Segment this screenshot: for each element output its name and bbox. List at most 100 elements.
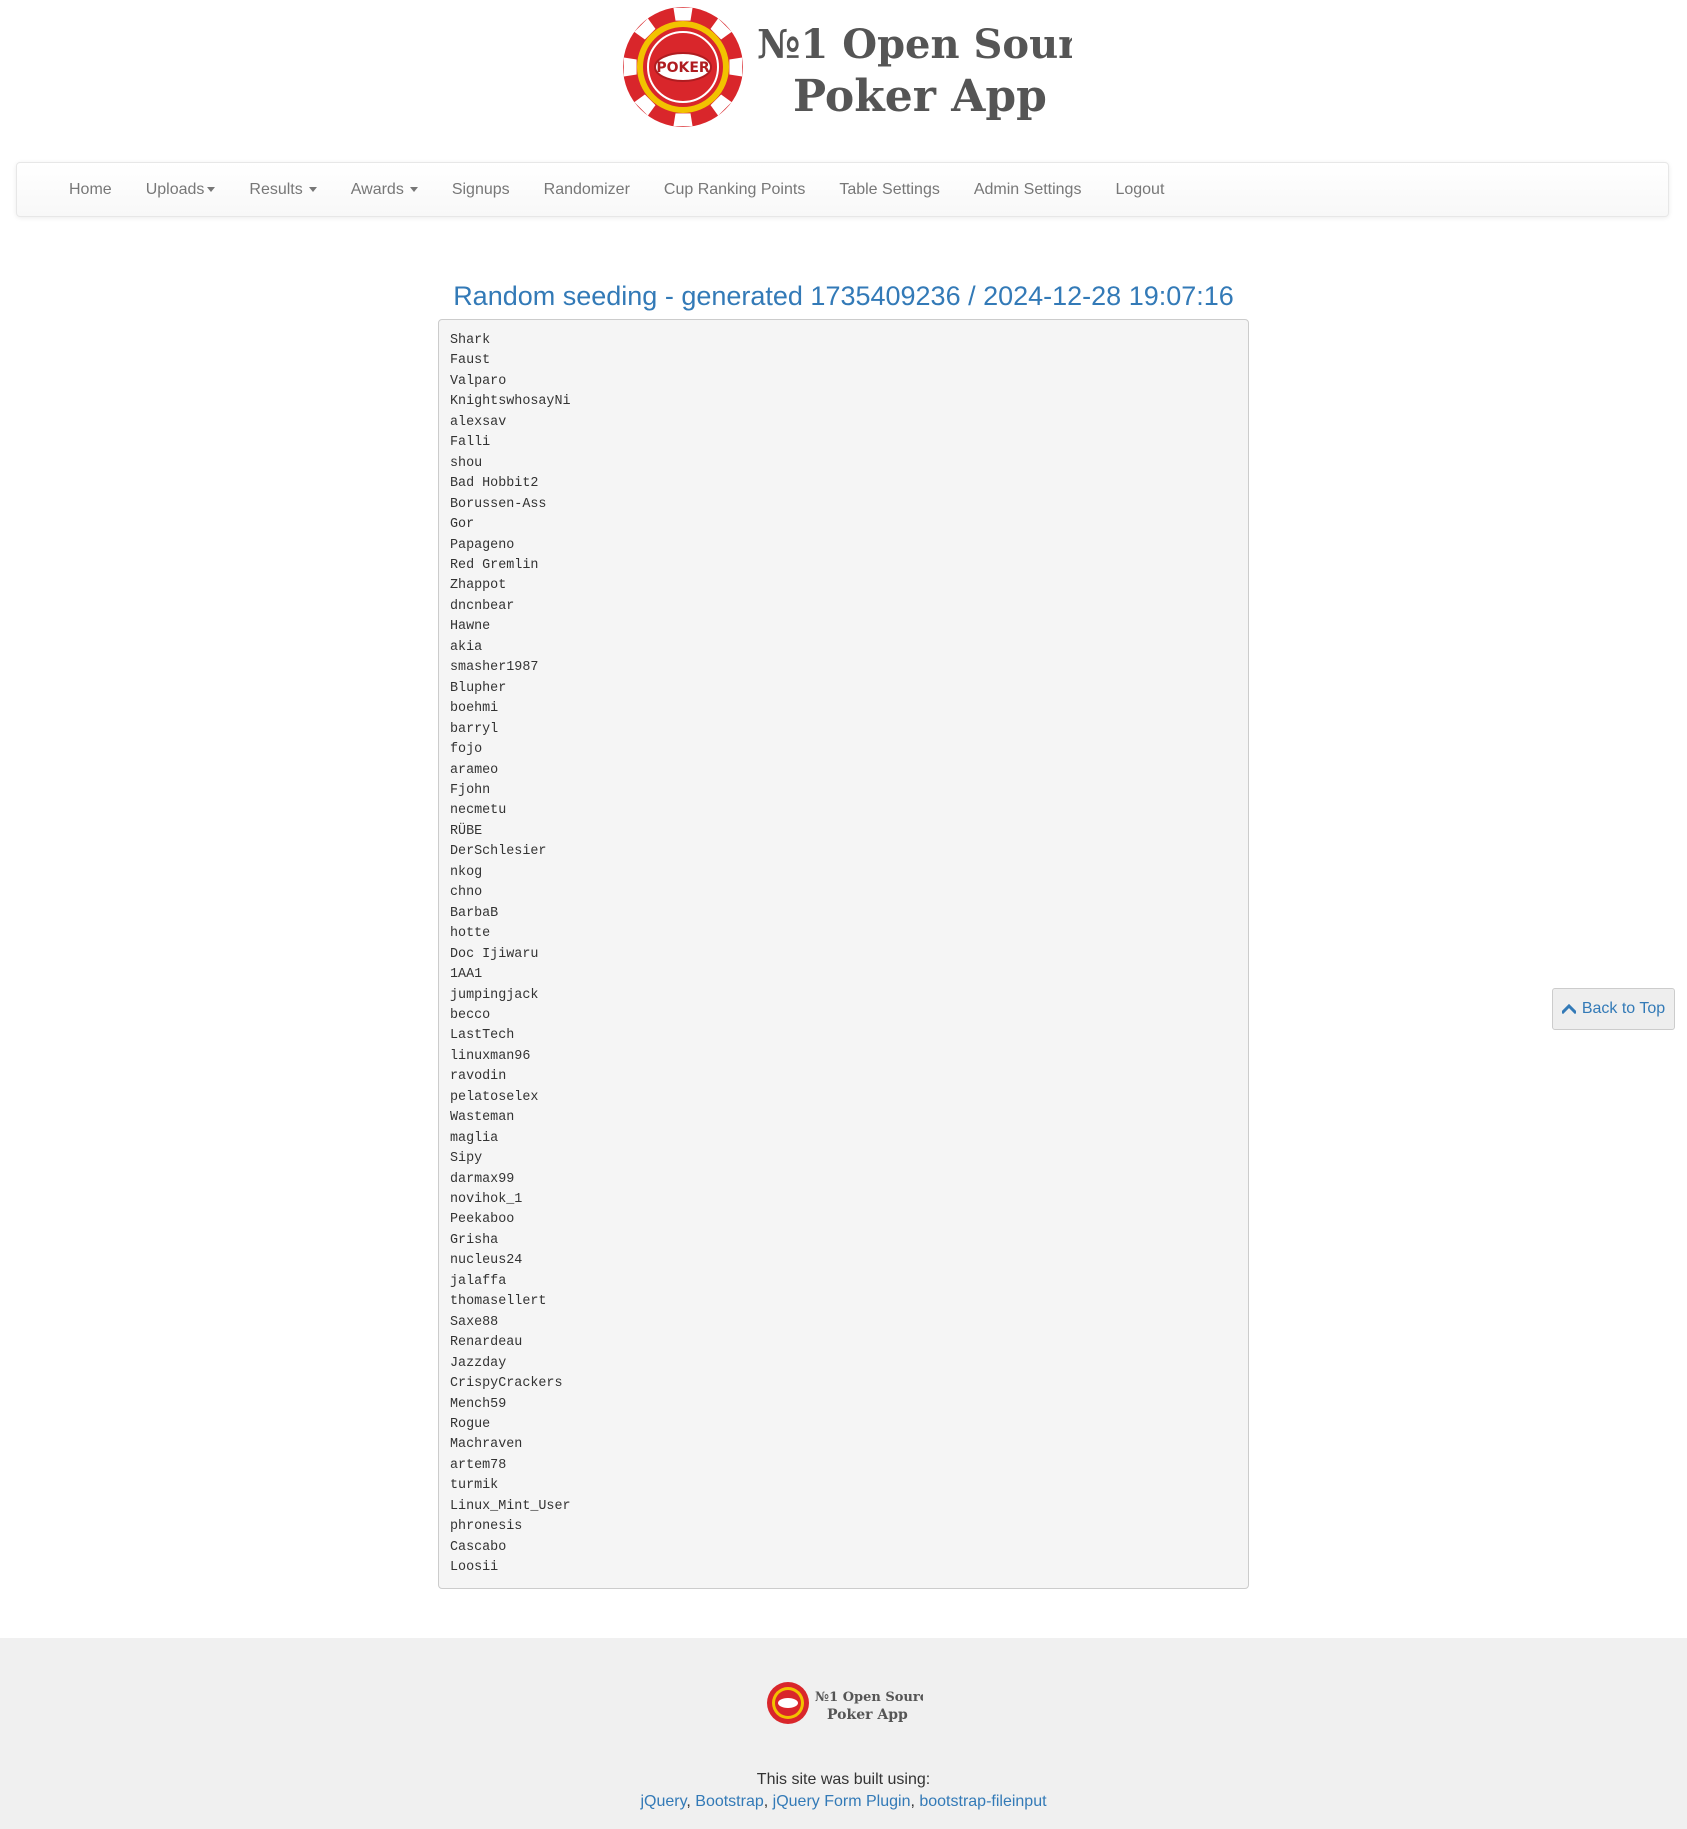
player-entry: jalaffa: [450, 1273, 507, 1289]
nav-item-results[interactable]: Results: [232, 163, 333, 216]
main-navbar: Home Uploads Results Awards Signups Randomize…: [16, 162, 1669, 217]
nav-item-label: Admin Settings: [973, 181, 1082, 198]
player-entry: boehmi: [450, 701, 499, 717]
nav-item-label: Awards: [350, 181, 404, 198]
nav-item-label: Home: [69, 181, 112, 198]
player-entry: linuxman96: [450, 1048, 531, 1064]
player-entry: Linux_Mint_User: [450, 1498, 571, 1514]
player-entry: phronesis: [450, 1519, 523, 1535]
player-entry: becco: [450, 1007, 491, 1023]
player-entry: novihok_1: [450, 1192, 523, 1208]
player-entry: Faust: [450, 353, 491, 369]
nav-item-label: Uploads: [145, 181, 205, 198]
player-entry: Doc Ijiwaru: [450, 946, 539, 962]
player-entry: akia: [450, 639, 483, 655]
player-entry: pelatoselex: [450, 1089, 539, 1105]
player-entry: Falli: [450, 435, 491, 451]
player-entry: Bad Hobbit2: [450, 476, 539, 492]
footer-links: jQuery, Bootstrap, jQuery Form Plugin, b…: [0, 1791, 1687, 1813]
player-entry: arameo: [450, 762, 499, 778]
player-entry: Borussen-Ass: [450, 496, 547, 512]
player-entry: Grisha: [450, 1232, 499, 1248]
player-entry: nkog: [450, 864, 483, 880]
nav-item-logout[interactable]: Logout: [1098, 163, 1181, 216]
player-entry: maglia: [450, 1130, 499, 1146]
footer-built-with: This site was built using:: [756, 1771, 931, 1788]
footer-link-jquery[interactable]: jQuery: [640, 1793, 686, 1810]
page-title: Random seeding - generated 1735409236 / …: [453, 281, 1234, 311]
svg-text:№1 Open Source: №1 Open Source: [815, 1690, 923, 1705]
nav-item-label: Table Settings: [839, 181, 940, 198]
caret-down-icon: [409, 187, 418, 193]
player-entry: nucleus24: [450, 1253, 523, 1269]
player-entry: necmetu: [450, 803, 507, 819]
nav-item-label: Logout: [1115, 181, 1165, 198]
footer-logo: №1 Open Source Poker App: [767, 1682, 923, 1724]
nav-item-label: Randomizer: [543, 181, 630, 198]
player-entry: KnightswhosayNi: [450, 394, 571, 410]
back-to-top-label: Back to Top: [1581, 1000, 1666, 1017]
player-entry: LastTech: [450, 1028, 515, 1044]
player-entry: dncnbear: [450, 598, 515, 614]
player-entry: Loosii: [450, 1560, 499, 1576]
chip-stripe: [673, 113, 693, 127]
player-entry: Peekaboo: [450, 1212, 515, 1228]
player-entry: Wasteman: [450, 1110, 515, 1126]
nav-item-admin-settings[interactable]: Admin Settings: [957, 163, 1099, 216]
nav-item-signups[interactable]: Signups: [435, 163, 527, 216]
player-entry: barryl: [450, 721, 499, 737]
player-entry: alexsav: [450, 414, 507, 430]
player-entry: Saxe88: [450, 1314, 499, 1330]
svg-text:№1 Open Source: №1 Open Source: [757, 21, 1072, 68]
player-entry: Papageno: [450, 537, 515, 553]
player-entry: Jazzday: [450, 1355, 507, 1371]
nav-item-home[interactable]: Home: [52, 163, 129, 216]
player-entry: Fjohn: [450, 782, 491, 798]
chip-stripe: [673, 7, 693, 21]
player-entry: Renardeau: [450, 1335, 523, 1351]
nav-item-label: Signups: [451, 181, 510, 198]
header: POKER №1 Open Source Poker App: [0, 0, 1687, 140]
nav-item-awards[interactable]: Awards: [334, 163, 435, 216]
player-entry: Hawne: [450, 619, 491, 635]
player-entry: artem78: [450, 1457, 507, 1473]
seeding-list: Shark Faust Valparo KnightswhosayNi alexsav F…: [438, 319, 1249, 1589]
player-entry: chno: [450, 885, 483, 901]
svg-text:Poker App: Poker App: [793, 71, 1047, 122]
player-entry: BarbaB: [450, 905, 499, 921]
footer-link-bootstrap[interactable]: Bootstrap: [695, 1793, 763, 1810]
caret-down-icon: [207, 187, 216, 193]
player-entry: CrispyCrackers: [450, 1376, 563, 1392]
nav-item-randomizer[interactable]: Randomizer: [527, 163, 647, 216]
player-entry: Blupher: [450, 680, 507, 696]
player-entry: Sipy: [450, 1151, 483, 1167]
caret-down-icon: [308, 187, 317, 193]
nav-item-label: Cup Ranking Points: [663, 181, 806, 198]
poker-chip-icon: POKER: [623, 7, 743, 127]
player-entry: smasher1987: [450, 660, 539, 676]
footer-link-bootstrap-fileinput[interactable]: bootstrap-fileinput: [919, 1793, 1046, 1810]
nav-item-table-settings[interactable]: Table Settings: [822, 163, 957, 216]
svg-text:POKER: POKER: [656, 60, 710, 76]
player-entry: Machraven: [450, 1437, 523, 1453]
poker-app-logo: POKER №1 Open Source Poker App: [623, 7, 1072, 127]
player-entry: Red Gremlin: [450, 557, 539, 573]
footer-link-jquery-form-plugin[interactable]: jQuery Form Plugin: [773, 1793, 911, 1810]
player-entry: Cascabo: [450, 1539, 507, 1555]
player-entry: fojo: [450, 742, 483, 758]
player-entry: Zhappot: [450, 578, 507, 594]
svg-text:Poker App: Poker App: [827, 1707, 908, 1723]
player-entry: Mench59: [450, 1396, 507, 1412]
player-entry: Gor: [450, 517, 475, 533]
nav-item-uploads[interactable]: Uploads: [129, 163, 233, 216]
nav-item-label: Results: [249, 181, 303, 198]
nav-list: Home Uploads Results Awards Signups Randomize…: [17, 163, 1668, 216]
player-entry: turmik: [450, 1478, 499, 1494]
back-to-top-button[interactable]: Back to Top: [1552, 988, 1675, 1030]
player-entry: Shark: [450, 333, 491, 348]
poker-chip-icon: [767, 1682, 809, 1724]
player-entry: DerSchlesier: [450, 844, 547, 860]
nav-item-cup-ranking-points[interactable]: Cup Ranking Points: [647, 163, 822, 216]
player-entry: darmax99: [450, 1171, 515, 1187]
player-entry: thomasellert: [450, 1294, 547, 1310]
